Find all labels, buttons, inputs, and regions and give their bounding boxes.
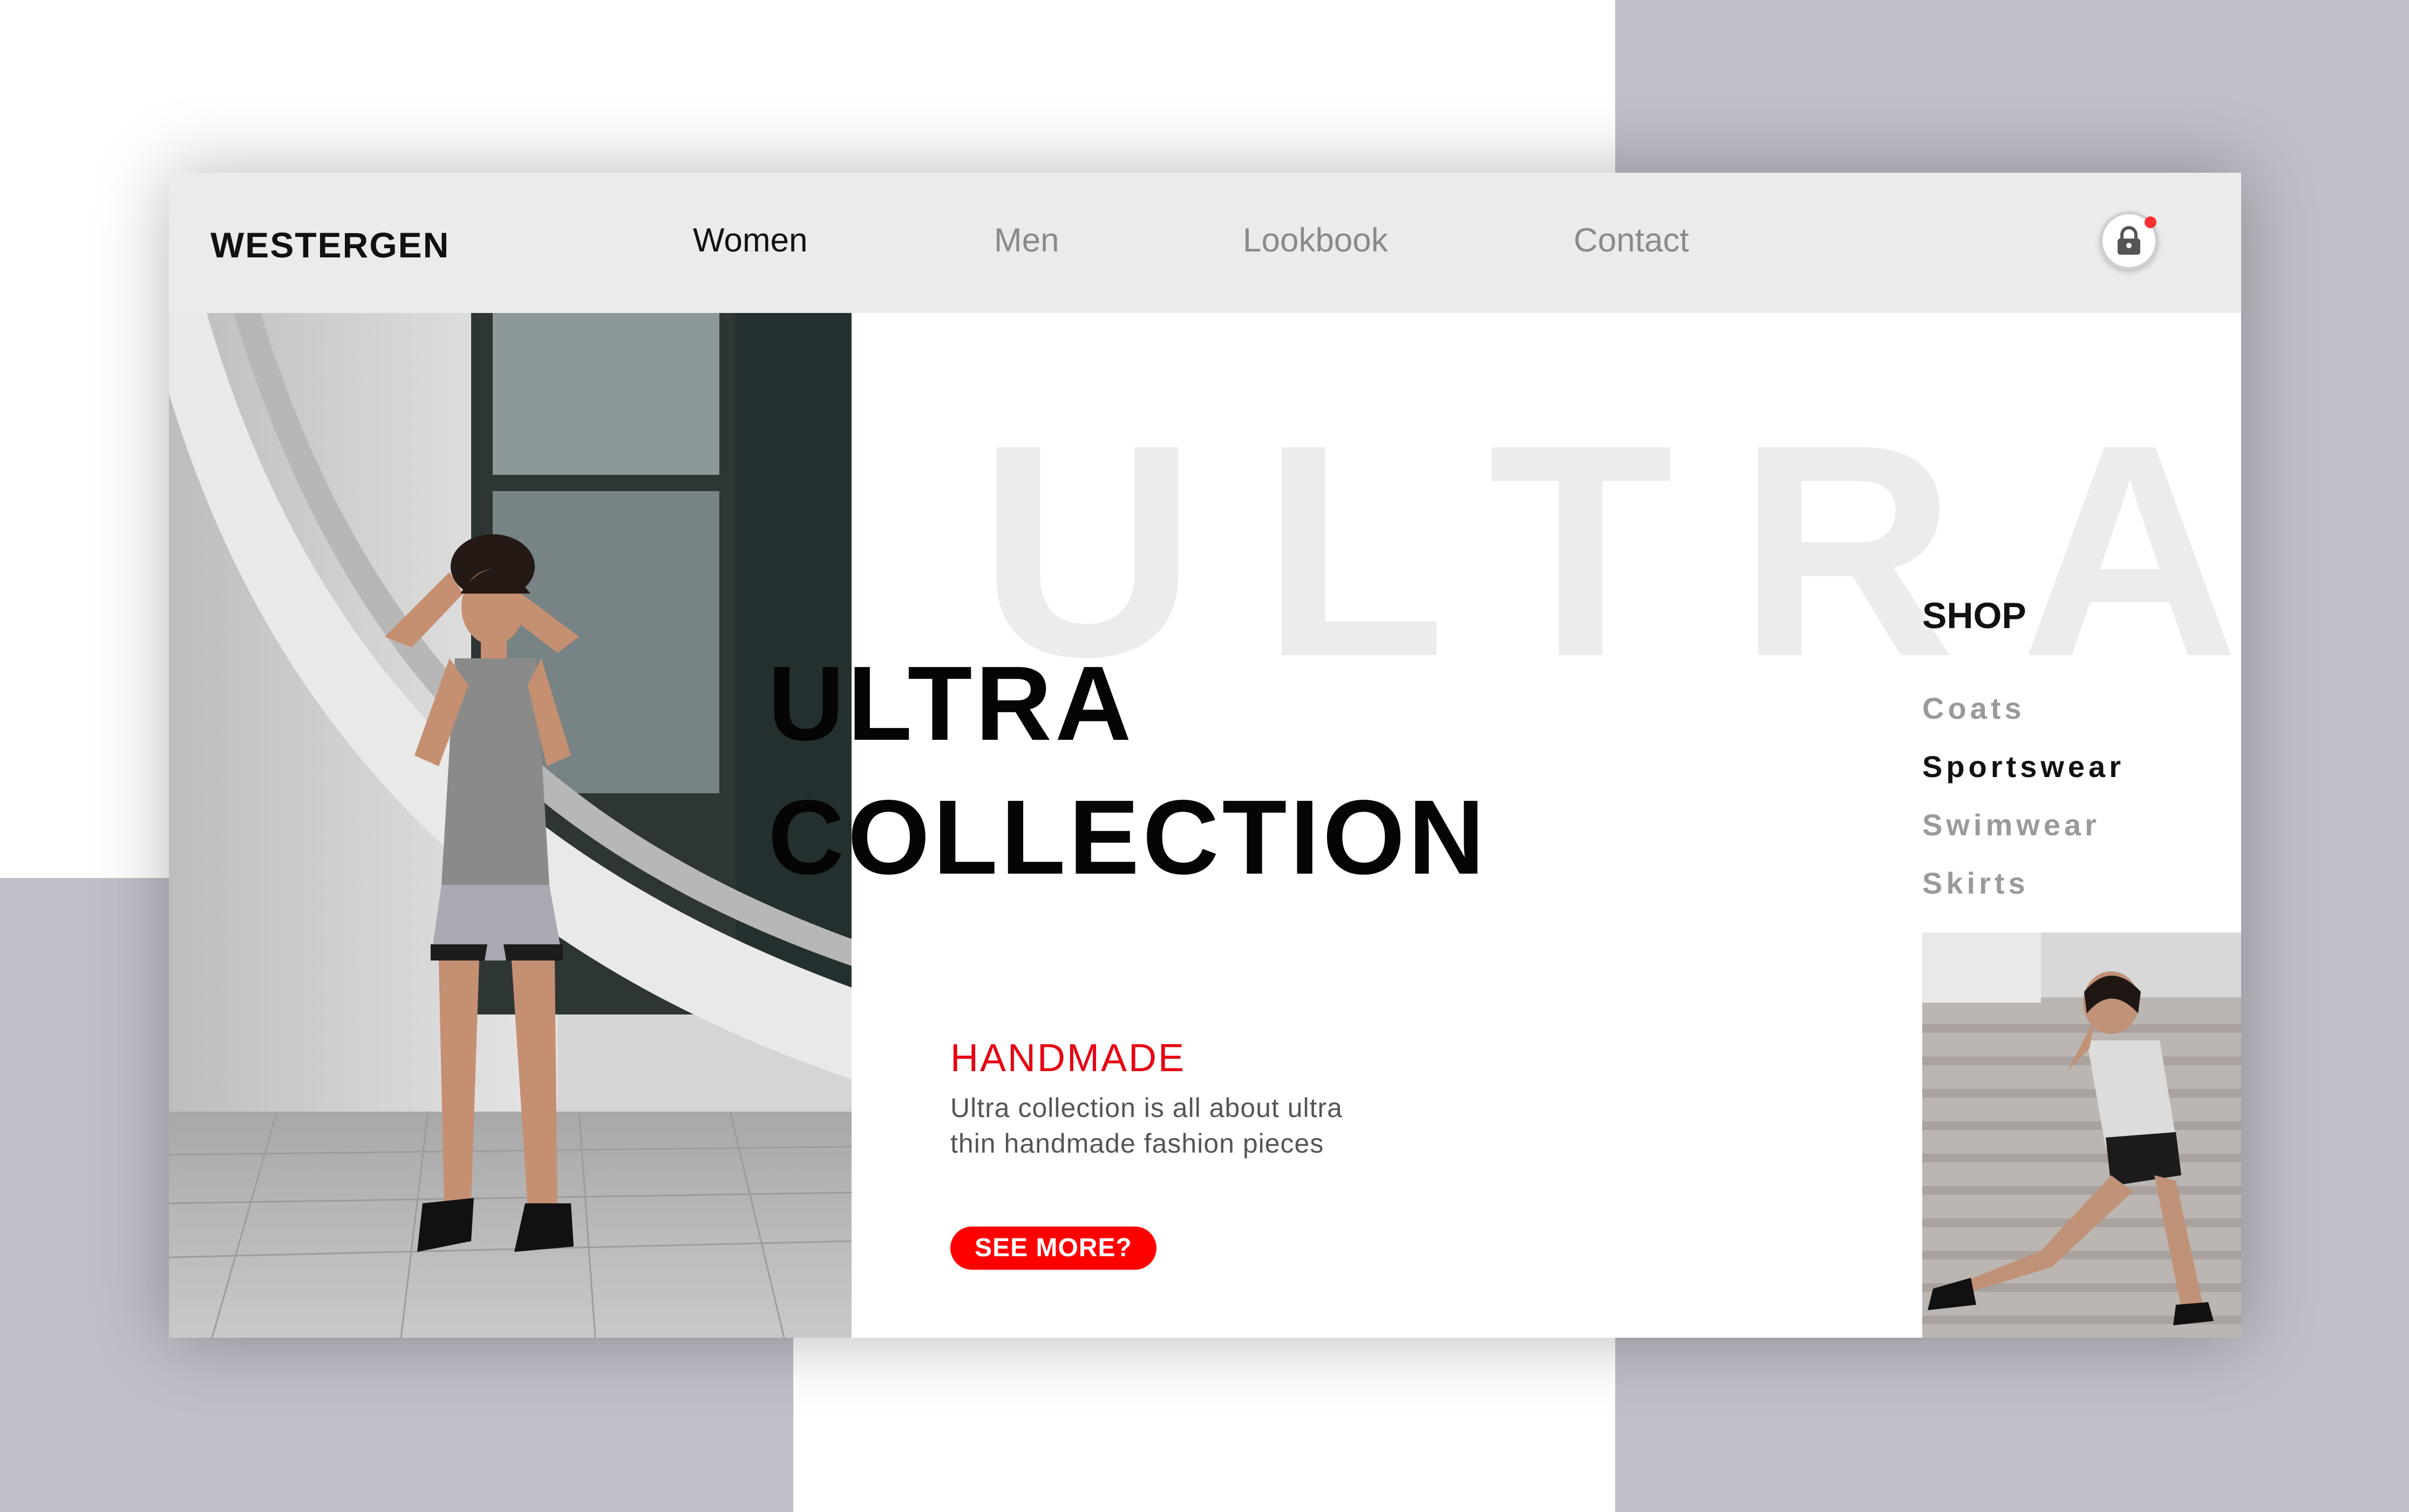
headline-line-collection: COLLECTION [768, 778, 1488, 896]
handmade-tag: HANDMADE [950, 1037, 1186, 1080]
shop-heading: SHOP [1922, 595, 2026, 636]
nav-item-lookbook[interactable]: Lookbook [1243, 221, 1388, 260]
shop-category-sportswear[interactable]: Sportswear [1922, 749, 2125, 784]
nav-item-men[interactable]: Men [994, 221, 1059, 260]
landing-page-window: WESTERGEN Women Men Lookbook Contact ULT… [169, 173, 2241, 1338]
cart-notification-dot [2145, 216, 2156, 228]
brand-logo[interactable]: WESTERGEN [210, 224, 450, 265]
nav-item-women[interactable]: Women [693, 221, 808, 260]
top-navigation-bar: WESTERGEN Women Men Lookbook Contact [169, 173, 2241, 313]
collection-description: Ultra collection is all about ultra thin… [950, 1090, 1343, 1161]
shop-category-swimwear[interactable]: Swimwear [1922, 807, 2100, 842]
shop-category-coats[interactable]: Coats [1922, 691, 2025, 726]
shop-category-skirts[interactable]: Skirts [1922, 866, 2029, 901]
sportswear-preview-photo[interactable] [1922, 932, 2241, 1338]
sportswear-photo-illustration [1922, 932, 2241, 1338]
hero-headline: ULTRA COLLECTION [768, 637, 1488, 904]
hero-photo-woman-jumping [169, 313, 852, 1338]
see-more-button[interactable]: SEE MORE? [950, 1227, 1156, 1270]
headline-line-ultra: ULTRA [768, 644, 1135, 762]
description-line-1: Ultra collection is all about ultra [950, 1093, 1343, 1123]
nav-item-contact[interactable]: Contact [1574, 221, 1689, 260]
description-line-2: thin handmade fashion pieces [950, 1128, 1324, 1159]
hero-photo-illustration [169, 313, 852, 1338]
shopping-bag-button[interactable] [2100, 212, 2158, 270]
